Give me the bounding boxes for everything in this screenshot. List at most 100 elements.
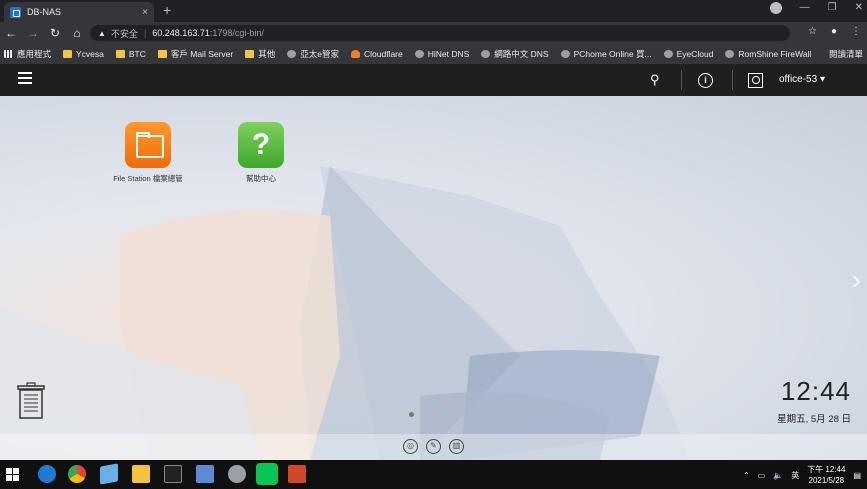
bookmark-item[interactable]: RomShine FireWall [725, 49, 811, 59]
bookmark-label: 客戶 Mail Server [170, 49, 234, 59]
chrome-icon[interactable] [68, 465, 86, 483]
help-icon: ? [238, 122, 284, 168]
menu-kebab-icon[interactable]: ⋮ [851, 26, 861, 37]
url-host: 60.248.163.71 [152, 28, 210, 38]
site-icon [560, 50, 570, 58]
site-icon [663, 50, 673, 58]
trash-icon[interactable] [16, 382, 46, 420]
network-icon[interactable]: ▭ [758, 471, 766, 480]
nas-favicon-icon [10, 6, 21, 18]
restore-icon[interactable]: ❐ [828, 2, 837, 14]
bookmark-item[interactable]: Cloudflare [350, 49, 403, 59]
bookmark-label: EyeCloud [676, 49, 714, 59]
bookmark-item[interactable]: Ycvesa [63, 49, 104, 59]
page-dot[interactable] [432, 412, 437, 417]
address-bar[interactable]: ▲ 不安全 | 60.248.163.71 :1798/cgi-bin/ [90, 25, 790, 41]
powerpoint-icon[interactable] [288, 465, 306, 483]
nas-header: ⚲ i office-53 ▾ [0, 64, 867, 96]
back-icon[interactable]: ← [0, 26, 22, 40]
warning-icon[interactable]: ▲ [98, 29, 106, 38]
home-icon[interactable]: ⌂ [66, 26, 88, 40]
windows-start-icon[interactable] [6, 468, 19, 481]
volume-icon[interactable]: 🔈 [773, 471, 783, 480]
bookmark-item[interactable]: 其他 [245, 48, 275, 60]
background-task-icon[interactable]: ◎ [403, 439, 418, 454]
remote-desktop-icon[interactable] [228, 465, 246, 483]
bookmark-more-label: 閱讀清單 [828, 49, 863, 59]
tray-chevron-icon[interactable]: ⌃ [743, 471, 750, 480]
header-divider [681, 70, 682, 90]
folder-icon [115, 50, 125, 58]
file-explorer-icon[interactable] [100, 463, 118, 485]
close-window-icon[interactable]: ✕ [855, 2, 863, 14]
folder-icon[interactable] [132, 465, 150, 483]
browser-tab[interactable]: DB-NAS × [4, 2, 154, 22]
clock-date: 星期五, 5月 28 日 [777, 414, 851, 425]
bookmark-label: 其他 [258, 49, 276, 59]
account-icon[interactable]: ● [831, 26, 837, 37]
bookmark-label: RomShine FireWall [738, 49, 812, 59]
site-icon [725, 50, 735, 58]
page-dot[interactable] [409, 412, 414, 417]
folder-icon [63, 50, 73, 58]
tray-time: 下午 12:44 [807, 465, 846, 474]
bookmark-label: 亞太e管家 [300, 49, 339, 59]
os-taskbar: ⌃ ▭ 🔈 英 下午 12:44 2021/5/28 ▤ [0, 460, 867, 489]
site-icon [481, 50, 491, 58]
network-app-icon[interactable] [196, 465, 214, 483]
line-icon[interactable] [256, 463, 278, 485]
browser-window: DB-NAS × + — ❐ ✕ ← → ↻ ⌂ ▲ 不安全 | 60.248.… [0, 0, 867, 489]
user-icon[interactable] [748, 73, 763, 88]
ime-icon[interactable]: 英 [791, 470, 799, 481]
folder-icon [157, 50, 167, 58]
bookmark-item[interactable]: EyeCloud [663, 49, 714, 59]
folder-icon [125, 122, 171, 168]
bookmark-label: BTC [128, 49, 146, 59]
minimize-icon[interactable]: — [800, 2, 810, 14]
bookmark-item[interactable]: HiNet DNS [414, 49, 470, 59]
reload-icon[interactable]: ↻ [44, 26, 66, 40]
toolbar-actions: ☆ ● ⋮ [808, 26, 861, 37]
bookmark-item[interactable]: 網路中文 DNS [481, 48, 549, 60]
app-help-center[interactable]: ? 幫助中心 [221, 122, 301, 184]
app-file-station[interactable]: File Station 檔案總管 [108, 122, 188, 184]
next-page-chevron-icon[interactable]: › [852, 264, 861, 296]
username-label: office-53 [779, 74, 818, 85]
bookmark-star-icon[interactable]: ☆ [808, 26, 817, 37]
username-dropdown[interactable]: office-53 ▾ [779, 74, 825, 85]
nas-desktop: File Station 檔案總管 ? 幫助中心 › 12:44 星期五, 5月… [0, 96, 867, 460]
tab-close-icon[interactable]: × [142, 7, 148, 18]
bookmark-label: HiNet DNS [427, 49, 470, 59]
bookmark-label: 網路中文 DNS [494, 49, 549, 59]
header-divider [732, 70, 733, 90]
app-label: 幫助中心 [246, 174, 276, 183]
tray-clock[interactable]: 下午 12:44 2021/5/28 [807, 464, 845, 486]
bookmark-item[interactable]: 亞太e管家 [287, 48, 339, 60]
bookmark-item[interactable]: 客戶 Mail Server [157, 48, 234, 60]
bookmark-item[interactable]: PChome Online 買... [560, 48, 652, 60]
bookmark-item[interactable]: BTC [115, 49, 146, 59]
tab-title: DB-NAS [27, 7, 62, 17]
cloudflare-icon [350, 50, 360, 58]
browser-profile-icon[interactable] [769, 2, 782, 14]
bookmark-label: Cloudflare [363, 49, 403, 59]
notification-icon[interactable]: ▤ [853, 471, 861, 480]
info-icon[interactable]: i [698, 73, 713, 88]
reading-list-button[interactable]: 閱讀清單 [822, 44, 863, 64]
forward-icon[interactable]: → [22, 26, 44, 40]
url-separator: | [143, 28, 147, 38]
tools-icon[interactable]: ✎ [426, 439, 441, 454]
tab-strip: DB-NAS × + — ❐ ✕ [0, 0, 867, 22]
dashboard-icon[interactable]: ▥ [449, 439, 464, 454]
bookmark-label: Ycvesa [76, 49, 104, 59]
site-icon [287, 50, 297, 58]
search-icon[interactable]: ⚲ [650, 72, 660, 88]
main-menu-icon[interactable] [18, 72, 32, 87]
new-tab-button[interactable]: + [163, 2, 171, 18]
insecure-label[interactable]: 不安全 [111, 27, 138, 40]
terminal-icon[interactable] [164, 465, 182, 483]
clock-time: 12:44 [780, 376, 851, 406]
bookmark-label: 應用程式 [17, 49, 52, 59]
ie-icon[interactable] [38, 465, 56, 483]
bookmark-item[interactable]: 應用程式 [4, 48, 51, 60]
